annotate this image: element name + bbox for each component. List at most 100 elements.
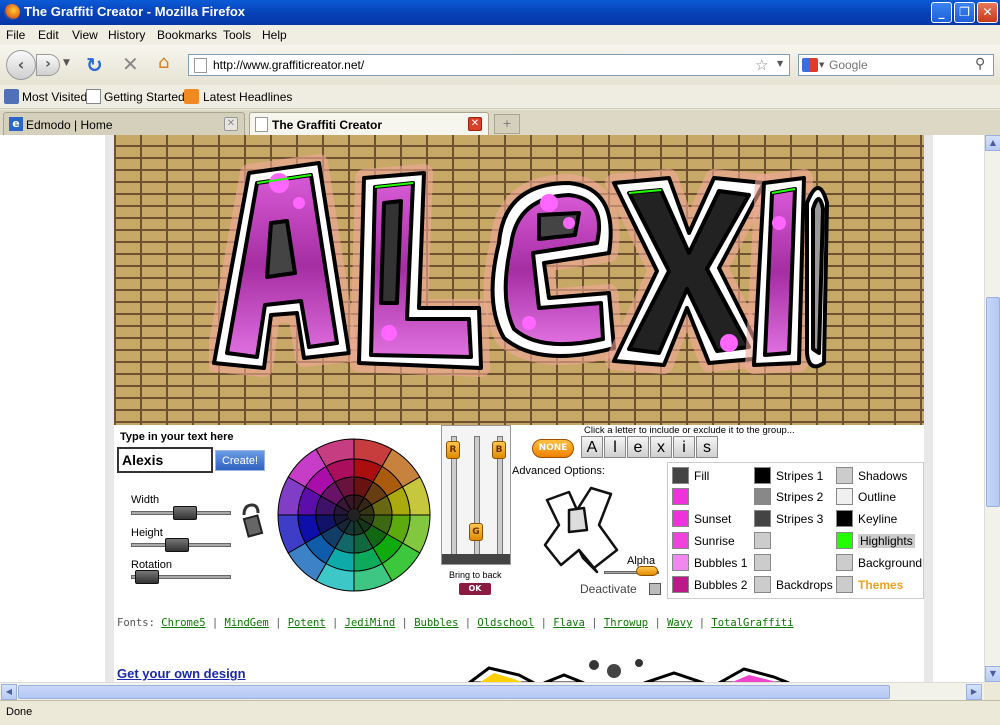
layer-color-swatch[interactable] — [754, 532, 771, 549]
menu-view[interactable]: View — [72, 28, 98, 42]
layer-color-swatch[interactable] — [754, 467, 771, 484]
alpha-slider-knob[interactable] — [636, 566, 658, 576]
layer-label[interactable]: Sunrise — [694, 534, 735, 548]
engine-dropdown-icon[interactable]: ▼ — [819, 61, 824, 69]
layer-color-swatch[interactable] — [672, 576, 689, 593]
bookmark-most-visited[interactable]: Most Visited — [22, 90, 87, 104]
layer-label[interactable]: Shadows — [858, 469, 907, 483]
menu-help[interactable]: Help — [262, 28, 287, 42]
layer-color-swatch[interactable] — [754, 576, 771, 593]
horizontal-scrollbar[interactable]: ◀ ▶ — [0, 682, 984, 700]
history-dropdown-icon[interactable]: ▼ — [63, 58, 70, 68]
letter-toggle[interactable]: s — [696, 436, 718, 458]
lock-aspect-icon[interactable] — [240, 501, 264, 541]
menu-bookmarks[interactable]: Bookmarks — [157, 28, 217, 42]
home-icon[interactable]: ⌂ — [158, 52, 169, 73]
font-link[interactable]: MindGem — [225, 617, 269, 629]
layer-label[interactable]: Stripes 2 — [776, 490, 823, 504]
get-your-own-design-link[interactable]: Get your own design — [117, 666, 246, 681]
search-icon[interactable]: ⚲ — [975, 56, 985, 72]
font-link[interactable]: Potent — [288, 617, 326, 629]
color-wheel[interactable] — [274, 435, 434, 595]
layer-color-swatch[interactable] — [836, 488, 853, 505]
menu-tools[interactable]: Tools — [223, 28, 251, 42]
font-link[interactable]: Throwup — [604, 617, 648, 629]
layer-color-swatch[interactable] — [672, 554, 689, 571]
font-link[interactable]: Chrome5 — [161, 617, 205, 629]
layer-color-swatch[interactable] — [836, 576, 853, 593]
width-slider-thumb[interactable] — [172, 506, 197, 520]
bookmark-getting-started[interactable]: Getting Started — [104, 90, 185, 104]
letter-toggle[interactable]: x — [650, 436, 672, 458]
layer-color-swatch[interactable] — [836, 532, 853, 549]
minimize-button[interactable]: _ — [931, 2, 952, 23]
layer-color-swatch[interactable] — [672, 532, 689, 549]
r-slider-knob[interactable]: R — [446, 441, 460, 460]
menu-edit[interactable]: Edit — [38, 28, 59, 42]
rotation-slider-thumb[interactable] — [134, 570, 159, 584]
horizontal-scroll-thumb[interactable] — [18, 685, 890, 699]
none-button[interactable]: NONE — [532, 439, 574, 458]
font-link[interactable]: Wavy — [667, 617, 692, 629]
tab-close-icon[interactable]: ✕ — [468, 117, 482, 131]
letter-toggle[interactable]: l — [604, 436, 626, 458]
tab-edmodo[interactable]: e Edmodo | Home ✕ — [3, 112, 245, 135]
layer-color-swatch[interactable] — [754, 488, 771, 505]
graffiti-text-field[interactable] — [117, 447, 213, 473]
close-button[interactable]: ✕ — [977, 2, 998, 23]
url-dropdown-icon[interactable]: ▼ — [777, 59, 783, 68]
tab-close-icon[interactable]: ✕ — [224, 117, 238, 131]
layer-color-swatch[interactable] — [672, 510, 689, 527]
scroll-left-icon[interactable]: ◀ — [1, 684, 17, 700]
layer-label[interactable]: Themes — [858, 578, 903, 592]
vertical-scroll-thumb[interactable] — [986, 297, 1000, 507]
url-input[interactable] — [213, 57, 733, 73]
color-wheel-center[interactable] — [348, 509, 360, 521]
bookmark-latest-headlines[interactable]: Latest Headlines — [203, 90, 292, 104]
search-input[interactable] — [829, 57, 969, 73]
deactivate-checkbox[interactable] — [649, 583, 661, 595]
layer-color-swatch[interactable] — [754, 510, 771, 527]
layer-color-swatch[interactable] — [672, 467, 689, 484]
ok-button[interactable]: OK — [459, 583, 491, 595]
font-link[interactable]: Oldschool — [477, 617, 534, 629]
scroll-up-icon[interactable]: ▲ — [985, 135, 1000, 151]
create-button[interactable]: Create! — [215, 450, 265, 471]
layer-label[interactable]: Sunset — [694, 512, 731, 526]
layer-color-swatch[interactable] — [836, 467, 853, 484]
layer-label[interactable]: Bubbles 1 — [694, 556, 747, 570]
font-link[interactable]: Flava — [553, 617, 585, 629]
graffiti-text-input[interactable] — [119, 449, 211, 471]
font-link[interactable]: TotalGraffiti — [711, 617, 793, 629]
layer-color-swatch[interactable] — [754, 554, 771, 571]
font-link[interactable]: Bubbles — [414, 617, 458, 629]
forward-button[interactable]: › — [36, 54, 60, 76]
back-button[interactable]: ‹ — [6, 50, 36, 80]
font-link[interactable]: JediMind — [345, 617, 396, 629]
bookmark-star-icon[interactable]: ☆ — [755, 56, 768, 74]
layer-label[interactable]: Stripes 1 — [776, 469, 823, 483]
layer-label[interactable]: Backdrops — [776, 578, 833, 592]
g-slider-knob[interactable]: G — [469, 522, 483, 541]
menu-history[interactable]: History — [108, 28, 145, 42]
letter-toggle[interactable]: e — [627, 436, 649, 458]
layer-label[interactable]: Bubbles 2 — [694, 578, 747, 592]
scroll-right-icon[interactable]: ▶ — [966, 684, 982, 700]
new-tab-button[interactable]: + — [494, 114, 520, 134]
layer-label[interactable]: Fill — [694, 469, 709, 483]
layer-color-swatch[interactable] — [672, 488, 689, 505]
google-engine-icon[interactable] — [802, 58, 818, 72]
tab-graffiti-creator[interactable]: The Graffiti Creator ✕ — [249, 112, 489, 136]
layer-label[interactable]: Stripes 3 — [776, 512, 823, 526]
layer-label[interactable]: Keyline — [858, 512, 897, 526]
height-slider-thumb[interactable] — [165, 538, 190, 552]
reload-icon[interactable]: ↻ — [86, 53, 103, 77]
stop-icon[interactable]: ✕ — [122, 52, 139, 76]
vertical-scrollbar[interactable]: ▲ ▼ — [984, 135, 1000, 682]
maximize-button[interactable]: ❐ — [954, 2, 975, 23]
scroll-down-icon[interactable]: ▼ — [985, 666, 1000, 682]
layer-color-swatch[interactable] — [836, 554, 853, 571]
layer-label[interactable]: Outline — [858, 490, 896, 504]
b-slider-knob[interactable]: B — [492, 441, 506, 460]
url-bar[interactable]: ☆ ▼ — [188, 54, 790, 76]
